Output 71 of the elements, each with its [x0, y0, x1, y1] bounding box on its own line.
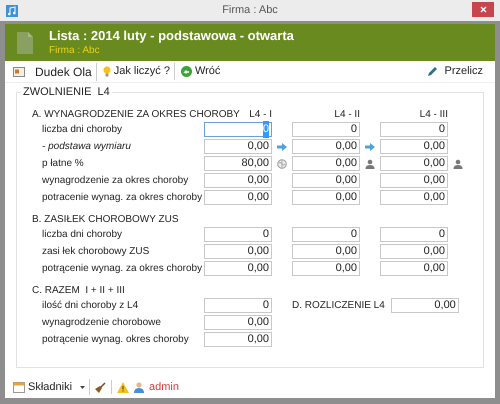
- number-field[interactable]: 0: [204, 298, 272, 313]
- number-field[interactable]: 0,00: [204, 139, 272, 154]
- column-header: L4 - I: [248, 108, 272, 121]
- list-title: Lista : 2014 luty - podstawowa - otwarta: [49, 28, 294, 44]
- number-field[interactable]: 0,00: [292, 244, 360, 259]
- warning-icon[interactable]: [117, 382, 130, 392]
- number-field[interactable]: 0,00: [204, 332, 272, 347]
- row-label: - podstawa wymiaru: [42, 141, 131, 152]
- person-icon[interactable]: [365, 158, 375, 168]
- row-label: ilość dni choroby z L4: [42, 300, 138, 312]
- id-card-icon: [13, 66, 25, 76]
- number-field[interactable]: 80,00: [204, 156, 272, 171]
- window-title: Firma : Abc: [222, 3, 278, 18]
- row-label: p łatne %: [42, 158, 84, 170]
- number-field[interactable]: 0,00: [292, 156, 360, 171]
- number-field[interactable]: 0,00: [390, 298, 459, 313]
- row-label: potracenie wynag. za okres choroby: [42, 192, 202, 204]
- user-name: admin: [149, 380, 179, 395]
- caret-icon: [80, 386, 86, 388]
- number-field[interactable]: 0,00: [292, 261, 360, 276]
- number-field[interactable]: 0: [204, 227, 272, 242]
- column-header: L4 - II: [333, 108, 360, 121]
- number-field[interactable]: 0,00: [380, 244, 448, 259]
- components-dropdown[interactable]: Składniki: [13, 378, 90, 396]
- number-field[interactable]: 0,00: [292, 190, 360, 205]
- number-field[interactable]: 0: [380, 227, 448, 242]
- number-field[interactable]: 0,00: [380, 139, 448, 154]
- broom-icon[interactable]: [95, 382, 106, 392]
- number-field[interactable]: 0: [292, 122, 360, 137]
- number-field[interactable]: 0: [380, 122, 448, 137]
- section-title: A. WYNAGRODZENIE ZA OKRES CHOROBY: [32, 108, 240, 121]
- number-field[interactable]: 0,00: [380, 156, 448, 171]
- number-field[interactable]: 0,00: [292, 173, 360, 188]
- arrow-right-icon: [277, 142, 287, 150]
- number-field[interactable]: 0: [292, 227, 360, 242]
- pencil-icon: [427, 66, 438, 77]
- number-field[interactable]: 0,00: [204, 173, 272, 188]
- number-field[interactable]: 0,00: [292, 139, 360, 154]
- employee-button[interactable]: Dudek Ola: [13, 62, 97, 80]
- number-field[interactable]: 0,00: [204, 261, 272, 276]
- row-label: liczba dni choroby: [42, 124, 122, 136]
- row-label: liczba dni choroby: [42, 229, 122, 240]
- number-field[interactable]: 0,00: [380, 173, 448, 188]
- row-label: potrącenie wynag. za okres choroby: [42, 263, 202, 274]
- document-icon: [17, 32, 33, 54]
- back-button[interactable]: Wróć: [180, 63, 220, 80]
- person-icon[interactable]: [453, 158, 463, 168]
- arrow-right-icon: [365, 142, 375, 150]
- number-field[interactable]: 0,00: [380, 190, 448, 205]
- close-icon: [480, 6, 486, 13]
- row-label: wynagrodzenie chorobowe: [42, 317, 161, 328]
- row-label: potrącenie wynag. okres choroby: [42, 334, 189, 346]
- company-subtitle: Firma : Abc: [49, 44, 101, 57]
- column-header: L4 - III: [418, 108, 448, 121]
- number-field[interactable]: 0,00: [204, 190, 272, 205]
- section-title: C. RAZEM I + II + III: [32, 284, 126, 297]
- table-icon: [13, 382, 25, 392]
- globe-icon[interactable]: [277, 158, 287, 168]
- user-icon: [134, 382, 144, 392]
- help-button[interactable]: Jak liczyć ?: [102, 63, 175, 80]
- row-label: D. ROZLICZENIE L4: [292, 299, 385, 313]
- number-field[interactable]: 0,00: [380, 261, 448, 276]
- recalculate-button[interactable]: Przelicz: [427, 63, 483, 80]
- row-label: wynagrodzenie za okres choroby: [42, 175, 188, 186]
- section-title: B. ZASIŁEK CHOROBOWY ZUS: [32, 213, 180, 226]
- app-icon: [6, 4, 18, 16]
- row-label: zasi łek chorobowy ZUS: [42, 246, 150, 258]
- number-field[interactable]: 0,00: [204, 315, 272, 330]
- lightbulb-icon: [102, 66, 111, 77]
- close-button[interactable]: [472, 2, 494, 17]
- number-field[interactable]: 0,00: [204, 244, 272, 259]
